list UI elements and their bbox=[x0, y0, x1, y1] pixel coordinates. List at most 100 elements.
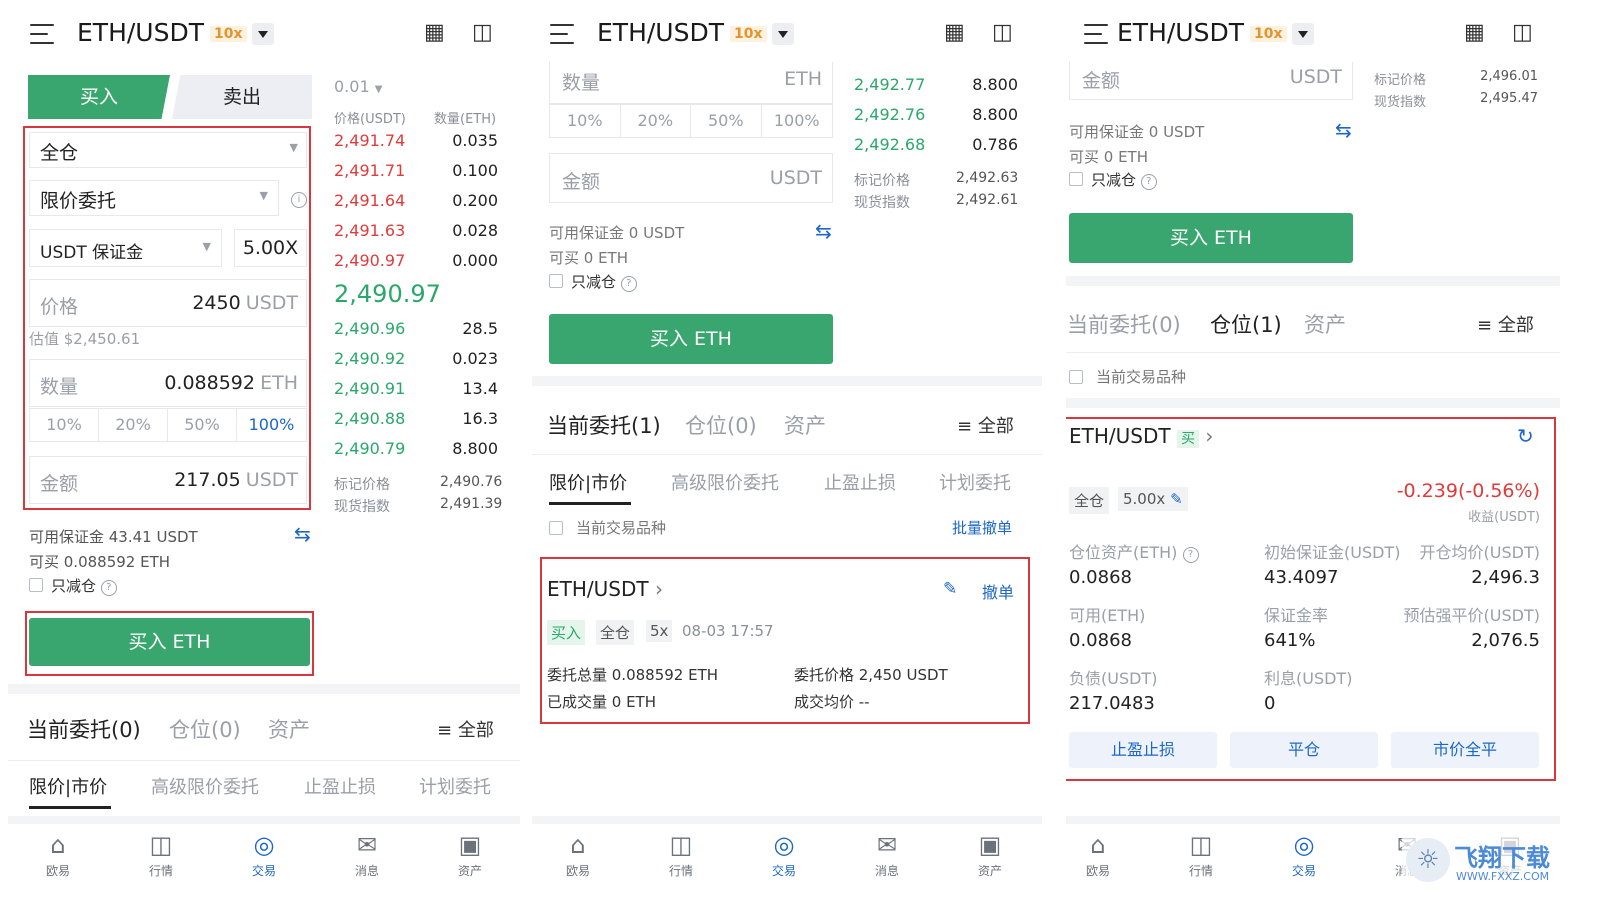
position-leverage-button[interactable]: 5.00x ✎ bbox=[1118, 487, 1188, 511]
nav-item-message[interactable]: ✉ 消息 bbox=[327, 828, 407, 879]
current-only-checkbox[interactable] bbox=[549, 521, 563, 535]
nav-item-candlestick[interactable]: ◫ 行情 bbox=[1161, 828, 1241, 879]
tab-open-orders[interactable]: 当前委托(1) bbox=[547, 410, 661, 440]
tab-assets[interactable]: 资产 bbox=[1304, 309, 1346, 339]
subtab-trigger[interactable]: 计划委托 bbox=[419, 773, 491, 799]
orderbook-row[interactable]: 2,490.97 0.000 bbox=[334, 246, 498, 276]
orderbook-row[interactable]: 2,491.64 0.200 bbox=[334, 186, 498, 216]
nav-item-home[interactable]: ⌂ 欧易 bbox=[1066, 828, 1138, 879]
menu-icon[interactable] bbox=[30, 24, 54, 44]
subtab-trigger[interactable]: 计划委托 bbox=[939, 469, 1011, 495]
pair-title[interactable]: ETH/USDT 10x bbox=[1117, 18, 1287, 47]
transfer-icon[interactable]: ⇆ bbox=[1335, 118, 1352, 142]
help-icon[interactable]: ? bbox=[1182, 547, 1199, 563]
buy-tab[interactable]: 买入 bbox=[28, 75, 170, 119]
pair-title[interactable]: ETH/USDT 10x bbox=[77, 18, 247, 47]
reduce-only-checkbox[interactable] bbox=[1069, 172, 1083, 186]
pair-dropdown-button[interactable] bbox=[252, 23, 274, 45]
menu-icon[interactable] bbox=[550, 24, 574, 44]
nav-item-candlestick[interactable]: ◫ 行情 bbox=[641, 828, 721, 879]
leverage-button[interactable]: 5.00X bbox=[234, 229, 307, 267]
amount-input[interactable]: 金额 USDT bbox=[549, 153, 833, 203]
market-close-all-button[interactable]: 市价全平 bbox=[1391, 732, 1539, 768]
subtab-limit-market[interactable]: 限价|市价 bbox=[29, 773, 107, 799]
info-icon[interactable]: i bbox=[291, 188, 307, 208]
candlestick-icon[interactable]: ◫ bbox=[1512, 20, 1533, 45]
reduce-only-checkbox[interactable] bbox=[29, 578, 43, 592]
calculator-icon[interactable]: ▦ bbox=[1464, 20, 1485, 45]
orderbook-row[interactable]: 2,491.71 0.100 bbox=[334, 156, 498, 186]
buy-eth-button[interactable]: 买入 ETH bbox=[549, 314, 833, 364]
tab-positions[interactable]: 仓位(1) bbox=[1210, 309, 1282, 339]
nav-item-wallet[interactable]: ▣ 资产 bbox=[430, 828, 510, 879]
edit-icon[interactable]: ✎ bbox=[943, 579, 957, 599]
filter-all-button[interactable]: ≡ 全部 bbox=[1477, 311, 1534, 337]
orderbook-row[interactable]: 2,491.63 0.028 bbox=[334, 216, 498, 246]
pair-dropdown-button[interactable] bbox=[1292, 23, 1314, 45]
amount-input[interactable]: 金额 USDT bbox=[1069, 62, 1353, 100]
nav-item-message[interactable]: ✉ 消息 bbox=[847, 828, 927, 879]
tab-open-orders[interactable]: 当前委托(0) bbox=[1067, 309, 1181, 339]
nav-item-home[interactable]: ⌂ 欧易 bbox=[18, 828, 98, 879]
orderbook-row[interactable]: 2,490.88 16.3 bbox=[334, 404, 498, 434]
nav-item-candlestick[interactable]: ◫ 行情 bbox=[121, 828, 201, 879]
percent-100-button[interactable]: 100% bbox=[762, 105, 833, 137]
subtab-tp-sl[interactable]: 止盈止损 bbox=[824, 469, 896, 495]
orderbook-row[interactable]: 2,490.96 28.5 bbox=[334, 314, 498, 344]
subtab-limit-market[interactable]: 限价|市价 bbox=[549, 469, 627, 495]
batch-cancel-button[interactable]: 批量撤单 bbox=[952, 517, 1012, 538]
nav-item-trade[interactable]: ◎ 交易 bbox=[1264, 828, 1344, 879]
percent-100-button[interactable]: 100% bbox=[237, 409, 306, 441]
transfer-icon[interactable]: ⇆ bbox=[294, 522, 311, 546]
nav-item-trade[interactable]: ◎ 交易 bbox=[224, 828, 304, 879]
buy-eth-button[interactable]: 买入 ETH bbox=[29, 618, 310, 666]
calculator-icon[interactable]: ▦ bbox=[944, 20, 965, 45]
subtab-advanced-limit[interactable]: 高级限价委托 bbox=[151, 773, 259, 799]
tab-open-orders[interactable]: 当前委托(0) bbox=[27, 714, 141, 744]
tab-assets[interactable]: 资产 bbox=[784, 410, 826, 440]
menu-icon[interactable] bbox=[1084, 24, 1108, 44]
quantity-input[interactable]: 数量 ETH bbox=[549, 62, 833, 104]
pair-title[interactable]: ETH/USDT 10x bbox=[597, 18, 767, 47]
orderbook-row[interactable]: 2,492.68 0.786 bbox=[854, 130, 1018, 160]
transfer-icon[interactable]: ⇆ bbox=[815, 219, 832, 243]
close-position-button[interactable]: 平仓 bbox=[1230, 732, 1378, 768]
percent-50-button[interactable]: 50% bbox=[168, 409, 237, 441]
subtab-advanced-limit[interactable]: 高级限价委托 bbox=[671, 469, 779, 495]
nav-item-trade[interactable]: ◎ 交易 bbox=[744, 828, 824, 879]
filter-all-button[interactable]: ≡ 全部 bbox=[957, 412, 1014, 438]
tp-sl-button[interactable]: 止盈止损 bbox=[1069, 732, 1217, 768]
candlestick-icon[interactable]: ◫ bbox=[472, 20, 493, 45]
help-icon[interactable]: ? bbox=[620, 276, 637, 292]
position-pair-link[interactable]: ETH/USDT 买 › bbox=[1069, 424, 1213, 448]
tab-assets[interactable]: 资产 bbox=[268, 714, 310, 744]
amount-input[interactable]: 金额 217.05 USDT bbox=[29, 456, 307, 504]
order-pair-link[interactable]: ETH/USDT › bbox=[547, 577, 663, 601]
precision-select[interactable]: 0.01 ▼ bbox=[334, 77, 382, 96]
tab-positions[interactable]: 仓位(0) bbox=[169, 714, 241, 744]
subtab-tp-sl[interactable]: 止盈止损 bbox=[304, 773, 376, 799]
pair-dropdown-button[interactable] bbox=[772, 23, 794, 45]
share-icon[interactable]: ↻ bbox=[1517, 424, 1534, 448]
order-type-select[interactable]: 限价委托 ▼ bbox=[29, 180, 279, 216]
orderbook-row[interactable]: 2,490.79 8.800 bbox=[334, 434, 498, 464]
help-icon[interactable]: ? bbox=[100, 580, 117, 596]
orderbook-row[interactable]: 2,492.76 8.800 bbox=[854, 100, 1018, 130]
orderbook-row[interactable]: 2,492.77 8.800 bbox=[854, 70, 1018, 100]
percent-20-button[interactable]: 20% bbox=[621, 105, 691, 137]
orderbook-row[interactable]: 2,491.74 0.035 bbox=[334, 126, 498, 156]
orderbook-row[interactable]: 2,490.91 13.4 bbox=[334, 374, 498, 404]
quantity-input[interactable]: 数量 0.088592 ETH bbox=[29, 359, 307, 407]
filter-all-button[interactable]: ≡ 全部 bbox=[437, 716, 494, 742]
margin-mode-select[interactable]: 全仓 ▼ bbox=[29, 132, 307, 168]
percent-20-button[interactable]: 20% bbox=[99, 409, 168, 441]
buy-eth-button[interactable]: 买入 ETH bbox=[1069, 213, 1353, 263]
reduce-only-checkbox[interactable] bbox=[549, 274, 563, 288]
orderbook-row[interactable]: 2,490.92 0.023 bbox=[334, 344, 498, 374]
help-icon[interactable]: ? bbox=[1140, 174, 1157, 190]
margin-currency-select[interactable]: USDT 保证金 ▼ bbox=[29, 229, 222, 267]
tab-positions[interactable]: 仓位(0) bbox=[685, 410, 757, 440]
sell-tab[interactable]: 卖出 bbox=[172, 75, 312, 119]
percent-50-button[interactable]: 50% bbox=[691, 105, 762, 137]
current-only-checkbox[interactable] bbox=[1069, 370, 1083, 384]
